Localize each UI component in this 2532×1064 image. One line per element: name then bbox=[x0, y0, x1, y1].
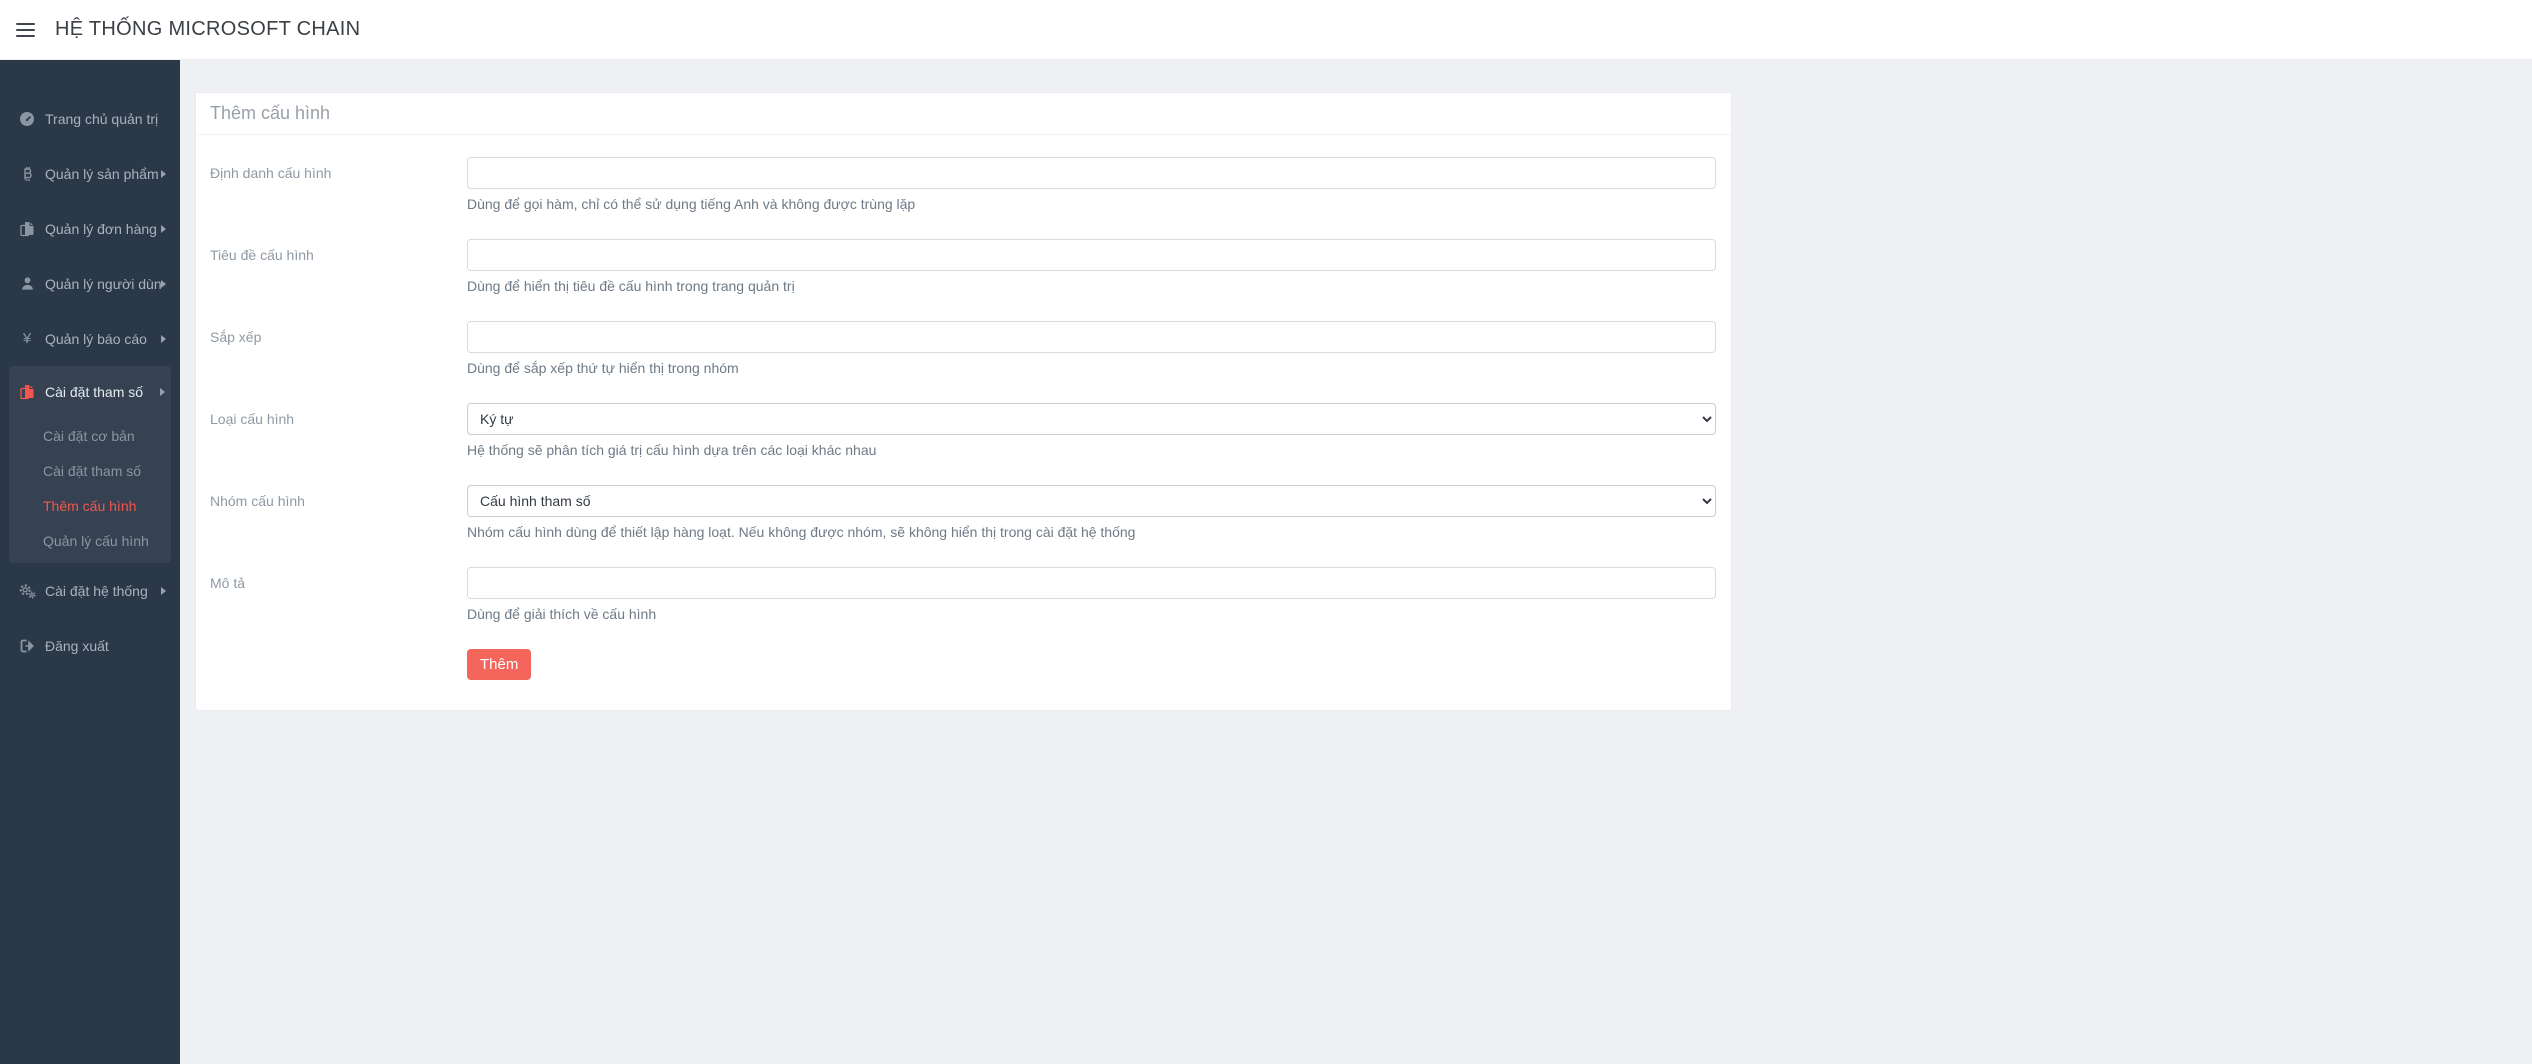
add-config-panel: Thêm cấu hình Định danh cấu hình Dùng để… bbox=[195, 92, 1732, 711]
sidebar-item-label: Quản lý người dùng bbox=[45, 276, 161, 292]
chevron-right-icon bbox=[161, 280, 166, 288]
sidebar-subitem-manage-config[interactable]: Quản lý cấu hình bbox=[9, 523, 171, 558]
sidebar-item-users[interactable]: Quản lý người dùng bbox=[0, 256, 180, 311]
chevron-right-icon bbox=[161, 587, 166, 595]
sidebar-subitem-label: Quản lý cấu hình bbox=[43, 533, 149, 549]
sidebar-item-dashboard[interactable]: Trang chủ quản trị bbox=[0, 91, 180, 146]
config-id-input[interactable] bbox=[467, 157, 1716, 189]
form-row-config-group: Nhóm cấu hình Cấu hình tham số Nhóm cấu … bbox=[210, 485, 1716, 540]
sidebar-item-label: Trang chủ quản trị bbox=[45, 111, 166, 127]
field-help: Dùng để hiển thị tiêu đề cấu hình trong … bbox=[467, 278, 1716, 294]
form-row-sort-order: Sắp xếp Dùng để sắp xếp thứ tự hiển thị … bbox=[210, 321, 1716, 376]
files-icon bbox=[18, 221, 36, 237]
chevron-right-icon bbox=[160, 388, 165, 396]
sidebar-subitem-label: Cài đặt tham số bbox=[43, 463, 141, 479]
sidebar-item-orders[interactable]: Quản lý đơn hàng bbox=[0, 201, 180, 256]
sidebar-item-label: Quản lý đơn hàng bbox=[45, 221, 161, 237]
config-group-select[interactable]: Cấu hình tham số bbox=[467, 485, 1716, 517]
form-row-config-type: Loại cấu hình Ký tự Hệ thống sẽ phân tíc… bbox=[210, 403, 1716, 458]
chevron-right-icon bbox=[161, 170, 166, 178]
submit-button[interactable]: Thêm bbox=[467, 649, 531, 680]
field-label: Loại cấu hình bbox=[210, 403, 467, 458]
add-config-form: Định danh cấu hình Dùng để gọi hàm, chỉ … bbox=[196, 135, 1731, 710]
field-help: Dùng để giải thích về cấu hình bbox=[467, 606, 1716, 622]
field-label: Định danh cấu hình bbox=[210, 157, 467, 212]
field-label: Nhóm cấu hình bbox=[210, 485, 467, 540]
field-label: Tiêu đề cấu hình bbox=[210, 239, 467, 294]
sidebar: Trang chủ quản trị Quản lý sản phẩm Quản… bbox=[0, 60, 180, 1064]
gears-icon bbox=[18, 583, 36, 599]
bitcoin-icon bbox=[18, 166, 36, 182]
form-row-config-title: Tiêu đề cấu hình Dùng để hiển thị tiêu đ… bbox=[210, 239, 1716, 294]
sidebar-item-label: Quản lý sản phẩm bbox=[45, 166, 161, 182]
dashboard-icon bbox=[18, 111, 36, 127]
sidebar-item-system-settings[interactable]: Cài đặt hệ thống bbox=[0, 563, 180, 618]
chevron-right-icon bbox=[161, 225, 166, 233]
user-icon bbox=[18, 276, 36, 291]
config-type-select[interactable]: Ký tự bbox=[467, 403, 1716, 435]
form-row-submit: Thêm bbox=[210, 649, 1716, 680]
sidebar-subitem-label: Cài đặt cơ bản bbox=[43, 428, 135, 444]
app-title: HỆ THỐNG MICROSOFT CHAIN bbox=[55, 18, 360, 41]
app-header: HỆ THỐNG MICROSOFT CHAIN bbox=[0, 0, 2532, 60]
sidebar-item-label: Đăng xuất bbox=[45, 638, 166, 654]
sidebar-item-products[interactable]: Quản lý sản phẩm bbox=[0, 146, 180, 201]
config-title-input[interactable] bbox=[467, 239, 1716, 271]
field-help: Dùng để gọi hàm, chỉ có thể sử dụng tiến… bbox=[467, 196, 1716, 212]
sidebar-subitem-label: Thêm cấu hình bbox=[43, 498, 136, 514]
field-help: Hệ thống sẽ phân tích giá trị cấu hình d… bbox=[467, 442, 1716, 458]
chevron-right-icon bbox=[161, 335, 166, 343]
sidebar-subitem-basic-settings[interactable]: Cài đặt cơ bản bbox=[9, 418, 171, 453]
sidebar-subitem-parameter-settings[interactable]: Cài đặt tham số bbox=[9, 453, 171, 488]
sidebar-item-reports[interactable]: ¥ Quản lý báo cáo bbox=[0, 311, 180, 366]
field-label: Mô tả bbox=[210, 567, 467, 622]
panel-header: Thêm cấu hình bbox=[196, 93, 1731, 135]
sidebar-item-logout[interactable]: Đăng xuất bbox=[0, 618, 180, 673]
sidebar-subitem-add-config[interactable]: Thêm cấu hình bbox=[9, 488, 171, 523]
panel-title: Thêm cấu hình bbox=[210, 103, 330, 123]
sort-order-input[interactable] bbox=[467, 321, 1716, 353]
field-help: Nhóm cấu hình dùng để thiết lập hàng loạ… bbox=[467, 524, 1716, 540]
sidebar-item-parameter-settings[interactable]: Cài đặt tham số bbox=[9, 366, 171, 418]
form-row-config-id: Định danh cấu hình Dùng để gọi hàm, chỉ … bbox=[210, 157, 1716, 212]
logout-icon bbox=[18, 638, 36, 654]
sidebar-item-label: Cài đặt tham số bbox=[45, 384, 160, 400]
yen-icon: ¥ bbox=[18, 331, 36, 346]
field-label: Sắp xếp bbox=[210, 321, 467, 376]
sidebar-item-label: Quản lý báo cáo bbox=[45, 331, 161, 347]
files-icon-red bbox=[18, 384, 36, 400]
sidebar-item-label: Cài đặt hệ thống bbox=[45, 583, 161, 599]
form-row-description: Mô tả Dùng để giải thích về cấu hình bbox=[210, 567, 1716, 622]
description-input[interactable] bbox=[467, 567, 1716, 599]
sidebar-group-parameter-settings: Cài đặt tham số Cài đặt cơ bản Cài đặt t… bbox=[9, 366, 171, 563]
hamburger-icon[interactable] bbox=[16, 23, 36, 37]
field-help: Dùng để sắp xếp thứ tự hiển thị trong nh… bbox=[467, 360, 1716, 376]
